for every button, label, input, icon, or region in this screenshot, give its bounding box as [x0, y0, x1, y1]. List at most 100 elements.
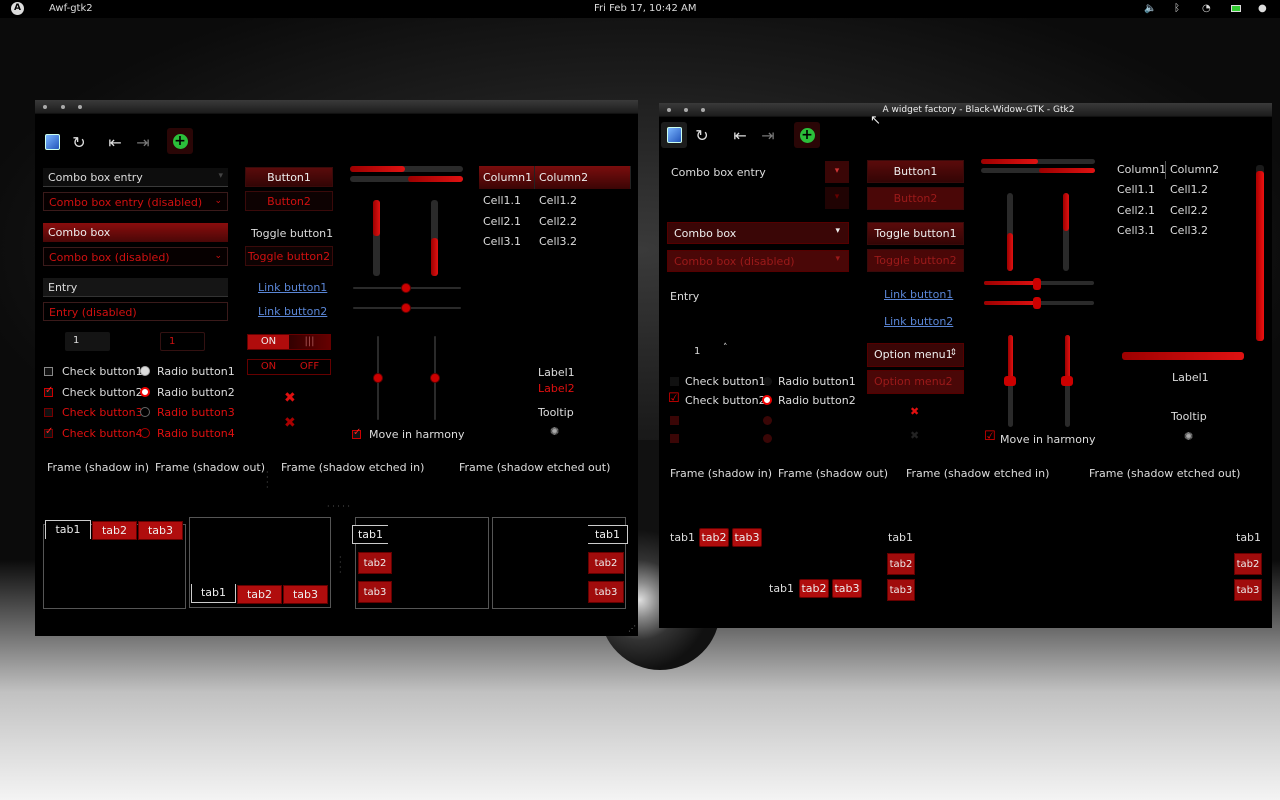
combo-box[interactable]: Combo box ▾ — [667, 222, 849, 244]
link-button2[interactable]: Link button2 — [258, 305, 327, 318]
vscale-knob[interactable] — [1004, 376, 1016, 386]
move-harmony-check[interactable]: ☑ — [984, 429, 996, 444]
chevron-up-icon[interactable]: ˄ — [723, 343, 728, 353]
tab-tab3[interactable]: tab3 — [358, 581, 392, 603]
pane-handle[interactable]: · · · · — [339, 554, 342, 577]
go-last-icon[interactable]: ⇥ — [755, 122, 781, 148]
tab-tab3[interactable]: tab3 — [588, 581, 624, 603]
spin-button[interactable]: 1 — [65, 332, 110, 351]
check-button1[interactable] — [670, 377, 679, 386]
tab-tab1[interactable]: tab1 — [588, 525, 628, 544]
tree-cell[interactable]: Cell1.1 — [1117, 183, 1155, 196]
link-button1[interactable]: Link button1 — [258, 281, 327, 294]
open-icon[interactable] — [661, 122, 687, 148]
tab-tab3[interactable]: tab3 — [1234, 579, 1262, 601]
tab-tab3[interactable]: tab3 — [832, 579, 862, 598]
hscale-knob[interactable] — [401, 303, 411, 313]
check-button2[interactable]: ☑ — [668, 391, 680, 406]
activities-logo-icon[interactable]: A — [11, 2, 24, 15]
maximize-icon[interactable] — [78, 105, 82, 109]
switch-off[interactable]: ON OFF — [247, 359, 331, 375]
add-icon[interactable]: + — [794, 122, 820, 148]
tab-tab2[interactable]: tab2 — [887, 553, 915, 575]
tree-cell[interactable]: Cell3.2 — [1170, 224, 1208, 237]
tree-cell[interactable]: Cell1.2 — [539, 194, 577, 207]
column-header[interactable]: Column1 — [1117, 163, 1166, 176]
close-icon[interactable]: ✖ — [284, 390, 296, 406]
vertical-scrollbar[interactable] — [1256, 165, 1264, 341]
chevron-down-icon[interactable]: ▾ — [825, 161, 849, 183]
check-button2[interactable] — [44, 385, 53, 397]
add-icon[interactable]: + — [167, 128, 193, 154]
tab-tab1[interactable]: tab1 — [352, 525, 388, 544]
move-harmony-check[interactable] — [352, 427, 361, 439]
spin-button[interactable]: 1 — [694, 346, 700, 357]
refresh-icon[interactable]: ↻ — [66, 129, 92, 155]
tree-cell[interactable]: Cell3.1 — [483, 235, 521, 248]
check-button1[interactable] — [44, 367, 53, 376]
pane-handle[interactable]: · · · · · — [327, 502, 350, 511]
tab-tab2[interactable]: tab2 — [588, 552, 624, 574]
tab-tab2[interactable]: tab2 — [92, 521, 137, 540]
wifi-icon[interactable]: ◔ — [1202, 3, 1211, 14]
tab-tab2[interactable]: tab2 — [237, 585, 282, 604]
tree-cell[interactable]: Cell2.1 — [483, 215, 521, 228]
column-header[interactable]: Column1 — [479, 166, 535, 189]
hscale-knob[interactable] — [1033, 297, 1041, 309]
tab-tab2[interactable]: tab2 — [699, 528, 729, 547]
tree-cell[interactable]: Cell3.1 — [1117, 224, 1155, 237]
tree-cell[interactable]: Cell2.2 — [1170, 204, 1208, 217]
combo-box-entry[interactable]: Combo box entry ▾ — [43, 168, 228, 187]
tree-cell[interactable]: Cell2.1 — [1117, 204, 1155, 217]
tree-cell[interactable]: Cell3.2 — [539, 235, 577, 248]
tab-tab1[interactable]: tab1 — [191, 584, 236, 603]
tab-tab2[interactable]: tab2 — [358, 552, 392, 574]
toggle-button1[interactable]: Toggle button1 — [251, 227, 333, 240]
refresh-icon[interactable]: ↻ — [689, 122, 715, 148]
battery-icon[interactable] — [1231, 5, 1241, 12]
chat-icon[interactable]: ● — [1258, 3, 1267, 14]
hscale-knob[interactable] — [1033, 278, 1041, 290]
radio-button2[interactable] — [140, 387, 150, 397]
column-header[interactable]: Column2 — [1170, 163, 1219, 176]
toggle-button1[interactable]: Toggle button1 — [867, 222, 964, 245]
tab-tab3[interactable]: tab3 — [732, 528, 762, 547]
minimize-icon[interactable] — [61, 105, 65, 109]
tab-tab2[interactable]: tab2 — [1234, 553, 1262, 575]
vscale-knob[interactable] — [373, 373, 383, 383]
vscale-knob[interactable] — [1061, 376, 1073, 386]
tab-tab2[interactable]: tab2 — [799, 579, 829, 598]
app-menu[interactable]: Awf-gtk2 — [49, 3, 93, 14]
radio-button2[interactable] — [762, 395, 772, 405]
bluetooth-icon[interactable]: ᛒ — [1174, 3, 1180, 14]
close-icon[interactable]: ✖ — [910, 405, 919, 418]
combo-box[interactable]: Combo box — [43, 223, 228, 242]
tab-tab3[interactable]: tab3 — [887, 579, 915, 601]
tree-cell[interactable]: Cell1.1 — [483, 194, 521, 207]
resize-grip-icon[interactable]: ⋰ — [628, 624, 636, 633]
close-icon[interactable] — [43, 105, 47, 109]
tab-tab1[interactable]: tab1 — [45, 520, 91, 539]
tab-tab1[interactable]: tab1 — [888, 531, 913, 544]
chevron-down-icon[interactable]: ▾ — [218, 171, 223, 181]
title-bar[interactable] — [35, 100, 638, 114]
radio-button1[interactable] — [140, 366, 150, 376]
hscale-knob[interactable] — [401, 283, 411, 293]
horizontal-scrollbar[interactable] — [1122, 352, 1244, 360]
link-button2[interactable]: Link button2 — [884, 315, 953, 328]
option-menu1[interactable]: Option menu1 ⇕ — [867, 343, 964, 367]
button1[interactable]: Button1 — [245, 167, 333, 187]
go-first-icon[interactable]: ⇤ — [727, 122, 753, 148]
tab-tab1[interactable]: tab1 — [1236, 531, 1261, 544]
entry-field[interactable]: Entry — [43, 278, 228, 297]
button1[interactable]: Button1 — [867, 160, 964, 183]
go-last-icon[interactable]: ⇥ — [130, 129, 156, 155]
tree-cell[interactable]: Cell1.2 — [1170, 183, 1208, 196]
volume-icon[interactable]: 🔈 — [1144, 3, 1156, 14]
clock[interactable]: Fri Feb 17, 10:42 AM — [594, 3, 697, 14]
tree-cell[interactable]: Cell2.2 — [539, 215, 577, 228]
pane-handle[interactable]: · · · · — [266, 469, 269, 492]
open-icon[interactable] — [39, 129, 65, 155]
entry-field[interactable]: Entry — [670, 290, 699, 303]
tab-tab1[interactable]: tab1 — [769, 582, 794, 595]
